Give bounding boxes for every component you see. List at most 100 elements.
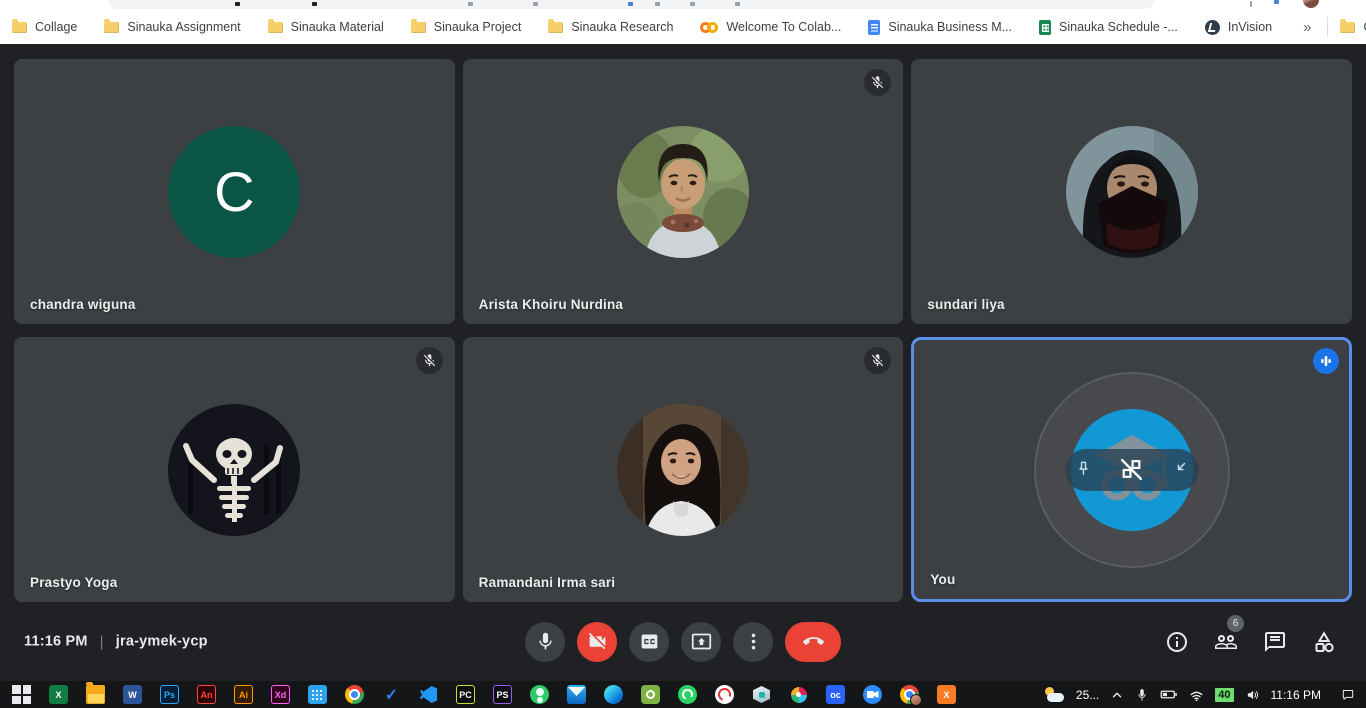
- bookmark-label: Sinauka Material: [291, 20, 384, 34]
- mic-muted-badge: [864, 69, 891, 96]
- unpin-from-grid-icon[interactable]: [1119, 457, 1144, 482]
- pin-icon[interactable]: [1074, 460, 1093, 479]
- xampp-icon[interactable]: X: [937, 685, 956, 704]
- chrome-icon[interactable]: [345, 685, 364, 704]
- participant-tile-ramandani[interactable]: Ramandani Irma sari: [463, 337, 904, 602]
- animate-icon[interactable]: An: [197, 685, 216, 704]
- pycharm-icon[interactable]: PC: [456, 685, 475, 704]
- photoshop-icon[interactable]: Ps: [160, 685, 179, 704]
- tray-microphone-icon[interactable]: [1135, 688, 1149, 702]
- participant-tile-sundari[interactable]: sundari liya: [911, 59, 1352, 324]
- toolbar-fragment: [690, 2, 695, 6]
- mail-icon[interactable]: [567, 685, 586, 704]
- bookmarks-bar: Collage Sinauka Assignment Sinauka Materia…: [0, 10, 1366, 44]
- chat-icon: [1263, 630, 1287, 654]
- participant-name: You: [930, 572, 955, 587]
- bookmark-sinauka-material[interactable]: Sinauka Material: [268, 20, 384, 34]
- more-options-icon: [743, 631, 764, 652]
- camera-off-button[interactable]: [577, 622, 617, 662]
- bookmark-sinauka-schedule[interactable]: Sinauka Schedule -...: [1039, 20, 1178, 35]
- participant-tile-chandra[interactable]: C chandra wiguna: [14, 59, 455, 324]
- chrome-profile-icon[interactable]: [900, 685, 919, 704]
- meeting-details-button[interactable]: [1165, 630, 1189, 654]
- screen-recorder-icon[interactable]: [641, 685, 660, 704]
- browser-toolbar-strip: [0, 0, 1366, 10]
- chat-button[interactable]: [1263, 630, 1287, 654]
- bookmarks-bar-right: » Other bookmarks: [1299, 17, 1366, 37]
- action-center-icon[interactable]: [1340, 687, 1356, 702]
- hexagon-app-icon[interactable]: [752, 685, 771, 704]
- whatsapp-icon[interactable]: [678, 685, 697, 704]
- meeting-code: jra-ymek-ycp: [116, 634, 208, 650]
- excel-icon[interactable]: X: [49, 685, 68, 704]
- bookmark-sinauka-project[interactable]: Sinauka Project: [411, 20, 522, 34]
- tray-battery-icon[interactable]: [1160, 688, 1178, 701]
- captions-icon: [639, 631, 660, 652]
- folder-icon: [12, 22, 27, 33]
- bookmark-sinauka-research[interactable]: Sinauka Research: [548, 20, 673, 34]
- word-icon[interactable]: W: [123, 685, 142, 704]
- activities-button[interactable]: [1312, 630, 1336, 654]
- edge-icon[interactable]: [604, 685, 623, 704]
- sheets-icon: [1039, 20, 1051, 35]
- oc-app-icon[interactable]: oc: [826, 685, 845, 704]
- captions-button[interactable]: [629, 622, 669, 662]
- file-explorer-icon[interactable]: [86, 685, 105, 704]
- folder-icon: [268, 22, 283, 33]
- system-tray: 25... 40 11:16 PM: [1043, 687, 1366, 703]
- start-icon[interactable]: [12, 685, 31, 704]
- phpstorm-icon[interactable]: PS: [493, 685, 512, 704]
- adobe-xd-icon[interactable]: Xd: [271, 685, 290, 704]
- bookmark-welcome-to-colab[interactable]: Welcome To Colab...: [700, 20, 841, 34]
- more-options-button[interactable]: [733, 622, 773, 662]
- check-app-icon[interactable]: ✓: [382, 685, 401, 704]
- avatar-initial: C: [168, 126, 300, 258]
- illustrator-icon[interactable]: Ai: [234, 685, 253, 704]
- red-swirl-app-icon[interactable]: [715, 685, 734, 704]
- profile-avatar-partial[interactable]: [1303, 0, 1319, 8]
- info-icon: [1165, 630, 1189, 654]
- bookmark-label: Sinauka Business M...: [888, 20, 1012, 34]
- taskbar-clock[interactable]: 11:16 PM: [1271, 688, 1321, 702]
- audio-indicator: [1313, 348, 1339, 374]
- tray-wifi-icon[interactable]: [1189, 688, 1204, 702]
- bookmark-collage[interactable]: Collage: [12, 20, 77, 34]
- end-call-button[interactable]: [785, 622, 841, 662]
- toolbar-fragment: [533, 2, 538, 6]
- vscode-icon[interactable]: [419, 685, 438, 704]
- folder-icon: [104, 22, 119, 33]
- minimize-icon[interactable]: [1171, 460, 1190, 479]
- participant-tile-arista[interactable]: Arista Khoiru Nurdina: [463, 59, 904, 324]
- folder-icon: [411, 22, 426, 33]
- present-button[interactable]: [681, 622, 721, 662]
- participant-name: Arista Khoiru Nurdina: [479, 297, 623, 312]
- tray-speaker-icon[interactable]: [1245, 688, 1260, 702]
- mic-muted-badge: [416, 347, 443, 374]
- microphone-button[interactable]: [525, 622, 565, 662]
- other-bookmarks-folder[interactable]: Other bookmarks: [1340, 20, 1366, 34]
- bookmark-invision[interactable]: InVision: [1205, 20, 1272, 35]
- participant-name: chandra wiguna: [30, 297, 136, 312]
- bookmark-label: Collage: [35, 20, 77, 34]
- flower-app-icon[interactable]: [789, 685, 808, 704]
- bookmark-sinauka-business-m[interactable]: Sinauka Business M...: [868, 20, 1012, 35]
- battery-percent-badge[interactable]: 40: [1215, 688, 1233, 702]
- invision-icon: [1205, 20, 1220, 35]
- bookmark-sinauka-assignment[interactable]: Sinauka Assignment: [104, 20, 240, 34]
- microphone-icon: [535, 631, 556, 652]
- bookmarks-overflow-chevron[interactable]: »: [1299, 19, 1315, 36]
- weather-icon[interactable]: [1043, 687, 1065, 703]
- bookmarks-divider: [1327, 17, 1328, 37]
- participant-tile-prastyo[interactable]: Prastyo Yoga: [14, 337, 455, 602]
- weather-temp[interactable]: 25...: [1076, 688, 1099, 702]
- folder-icon: [1340, 22, 1355, 33]
- video-camera-app-icon[interactable]: [863, 685, 882, 704]
- tray-chevron-up-icon[interactable]: [1110, 688, 1124, 702]
- person-green-app-icon[interactable]: [530, 685, 549, 704]
- participant-grid: C chandra wiguna: [14, 59, 1352, 602]
- people-button[interactable]: 6: [1214, 630, 1238, 654]
- bookmark-label: InVision: [1228, 20, 1272, 34]
- participant-tile-you[interactable]: You: [911, 337, 1352, 602]
- calendar-icon[interactable]: [308, 685, 327, 704]
- activities-icon: [1312, 630, 1336, 654]
